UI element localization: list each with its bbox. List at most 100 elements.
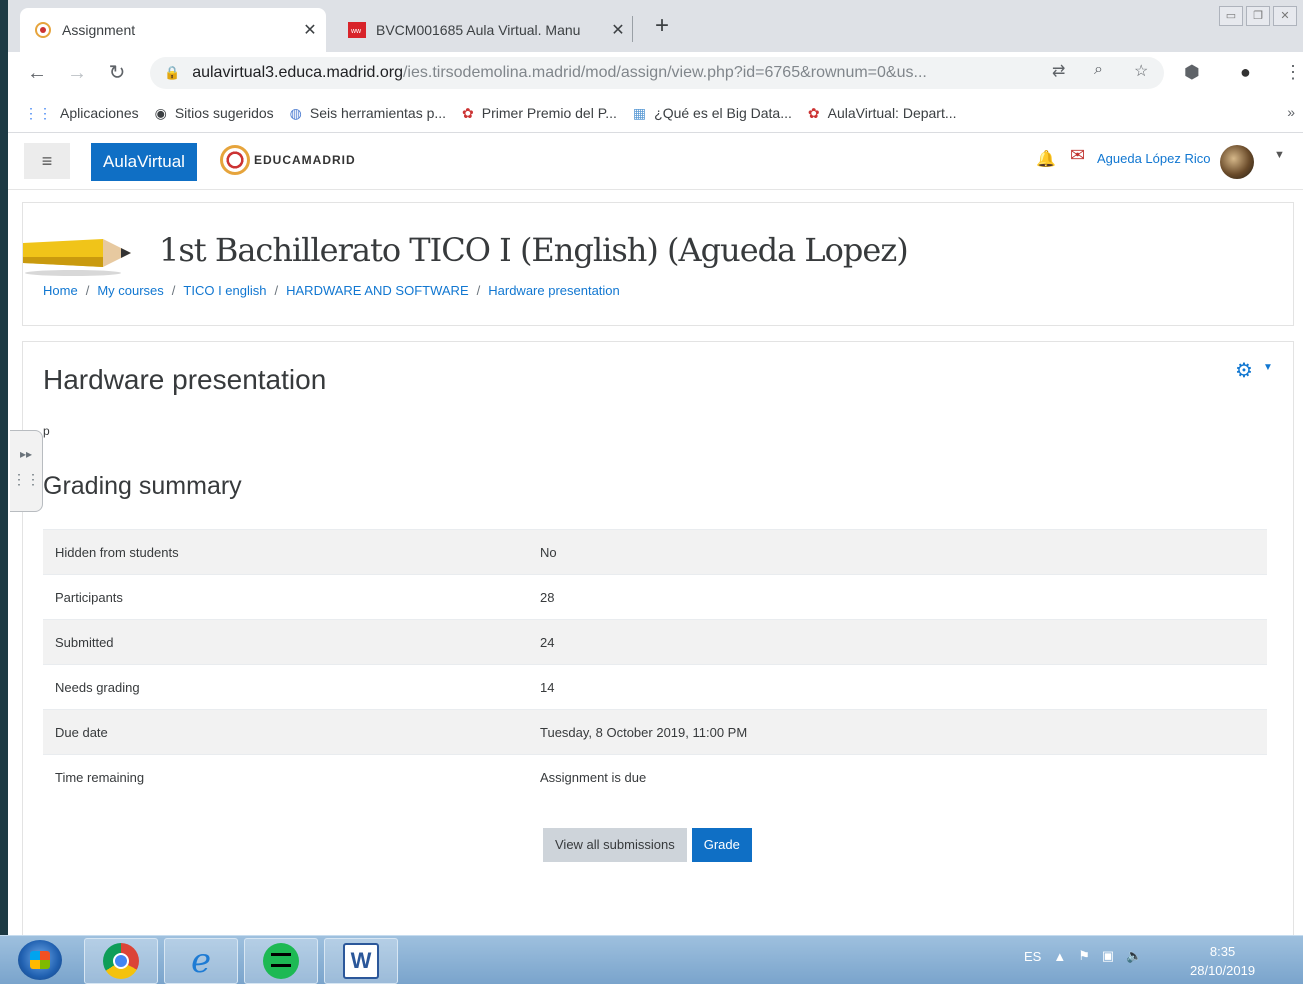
address-bar[interactable]: 🔒 aulavirtual3.educa.madrid.org /ies.tir… [150, 57, 1164, 89]
restore-icon[interactable]: ❐ [1246, 6, 1270, 26]
translate-icon[interactable]: ⇄ [1052, 61, 1065, 81]
tab-title: BVCM001685 Aula Virtual. Manu [376, 22, 581, 38]
gear-icon[interactable]: ⚙ [1235, 358, 1253, 383]
globe-icon: ◉ [154, 104, 167, 121]
taskbar-spotify[interactable] [244, 938, 318, 984]
zoom-icon[interactable]: ⌕ [1094, 61, 1103, 79]
minimize-icon[interactable]: ▭ [1219, 6, 1243, 26]
extension-shield-icon[interactable]: ⬢ [1184, 62, 1200, 83]
educamadrid-logo-icon [220, 145, 250, 175]
tab-separator [632, 16, 633, 42]
network-icon[interactable]: ▣ [1102, 948, 1114, 964]
breadcrumb-my-courses[interactable]: My courses [97, 283, 163, 298]
bookmarks-bar: ⋮⋮ Aplicaciones ◉ Sitios sugeridos ◍ Seis h… [8, 94, 1303, 133]
table-row: Submitted 24 [43, 619, 1267, 665]
notification-bell-icon[interactable]: 🔔 [1036, 149, 1056, 169]
bookmark-tools[interactable]: ◍ Seis herramientas p... [290, 105, 446, 122]
messages-icon[interactable]: ✉ [1070, 145, 1085, 166]
table-row: Needs grading 14 [43, 664, 1267, 710]
tab-bvcm[interactable]: ww BVCM001685 Aula Virtual. Manu ✕ [334, 8, 634, 52]
breadcrumb-separator: / [171, 283, 176, 298]
profile-icon[interactable]: ● [1240, 62, 1251, 83]
bookmark-label: ¿Qué es el Big Data... [654, 105, 792, 121]
clock[interactable]: 8:35 28/10/2019 [1190, 942, 1255, 980]
system-tray: ES ▲ ⚑ ▣ 🔈 [1024, 948, 1142, 964]
bookmark-label: Sitios sugeridos [174, 105, 274, 121]
menu-kebab-icon[interactable]: ⋮ [1284, 62, 1302, 83]
row-label: Needs grading [43, 664, 528, 710]
row-label: Time remaining [43, 754, 528, 799]
taskbar-word[interactable]: W [324, 938, 398, 984]
educamadrid-favicon-icon [34, 21, 52, 39]
more-bookmarks-icon[interactable]: » [1287, 104, 1295, 120]
reload-icon[interactable]: ↻ [104, 60, 130, 86]
avatar[interactable] [1220, 145, 1254, 179]
windows-taskbar: e W ES ▲ ⚑ ▣ 🔈 8:35 28/10/2019 [0, 935, 1303, 984]
chrome-icon [103, 943, 139, 979]
bvcm-favicon-icon: ww [348, 21, 366, 39]
user-name[interactable]: Agueda López Rico [1097, 151, 1210, 166]
clock-date: 28/10/2019 [1190, 963, 1256, 978]
drawer-toggle[interactable]: ▸▸ ⋮⋮ [10, 430, 43, 512]
educamadrid-logo: EDUCAMADRID [220, 145, 356, 175]
bookmark-premio[interactable]: ✿ Primer Premio del P... [462, 105, 617, 122]
bookmark-bigdata[interactable]: ▦ ¿Qué es el Big Data... [633, 105, 792, 122]
bookmark-star-icon[interactable]: ☆ [1134, 61, 1148, 81]
breadcrumb-section[interactable]: HARDWARE AND SOFTWARE [286, 283, 469, 298]
educamadrid-icon: ✿ [462, 104, 474, 121]
internet-explorer-icon: e [190, 941, 212, 981]
row-value: 28 [528, 574, 1267, 620]
aulavirtual-brand-button[interactable]: AulaVirtual [91, 143, 197, 181]
browser-toolbar: ← → ↻ 🔒 aulavirtual3.educa.madrid.org /i… [8, 52, 1303, 94]
hamburger-menu-icon[interactable]: ≡ [24, 143, 70, 179]
breadcrumb: Home / My courses / TICO I english / HARDWA… [43, 283, 620, 298]
table-row: Due date Tuesday, 8 October 2019, 11:00 P… [43, 709, 1267, 755]
tab-assignment[interactable]: Assignment ✕ [20, 8, 326, 52]
clock-time: 8:35 [1209, 944, 1236, 959]
educamadrid-icon: ✿ [807, 104, 820, 121]
bookmark-aulavirtual[interactable]: ✿ AulaVirtual: Depart... [808, 105, 957, 122]
word-icon: W [343, 943, 379, 979]
view-all-submissions-button[interactable]: View all submissions [543, 828, 687, 862]
spotify-icon [263, 943, 299, 979]
close-window-icon[interactable]: ✕ [1273, 6, 1297, 26]
bookmark-apps[interactable]: ⋮⋮ Aplicaciones [24, 105, 139, 122]
breadcrumb-home[interactable]: Home [43, 283, 78, 298]
page-icon: ▦ [632, 104, 647, 121]
grade-button[interactable]: Grade [691, 828, 752, 862]
language-indicator[interactable]: ES [1024, 949, 1041, 964]
row-label: Submitted [43, 619, 528, 665]
action-center-icon[interactable]: ⚑ [1078, 948, 1090, 964]
chevron-down-icon[interactable]: ▼ [1263, 362, 1273, 373]
tab-strip: Assignment ✕ ww BVCM001685 Aula Virtual.… [8, 0, 1303, 52]
grip-icon: ⋮⋮ [12, 471, 40, 487]
taskbar-chrome[interactable] [84, 938, 158, 984]
breadcrumb-course[interactable]: TICO I english [183, 283, 266, 298]
bookmark-label: AulaVirtual: Depart... [827, 105, 957, 121]
tab-title: Assignment [62, 22, 136, 38]
volume-icon[interactable]: 🔈 [1126, 948, 1142, 964]
url-host: aulavirtual3.educa.madrid.org [192, 64, 403, 81]
forward-icon[interactable]: → [64, 60, 90, 86]
close-tab-icon[interactable]: ✕ [298, 20, 322, 40]
bookmark-suggested[interactable]: ◉ Sitios sugeridos [155, 105, 274, 122]
svg-text:ww: ww [350, 28, 362, 35]
window-controls: ▭ ❐ ✕ [1219, 6, 1297, 26]
row-label: Hidden from students [43, 529, 528, 575]
breadcrumb-separator: / [85, 283, 90, 298]
new-tab-icon[interactable]: + [648, 12, 676, 40]
start-button[interactable] [18, 940, 62, 980]
url-path: /ies.tirsodemolina.madrid/mod/assign/vie… [402, 64, 927, 81]
row-value: 24 [528, 619, 1267, 665]
taskbar-ie[interactable]: e [164, 938, 238, 984]
user-menu-caret-icon[interactable]: ▼ [1274, 149, 1285, 161]
tray-expand-icon[interactable]: ▲ [1053, 949, 1066, 964]
browser-window: Assignment ✕ ww BVCM001685 Aula Virtual.… [8, 0, 1303, 935]
expand-arrows-icon: ▸▸ [19, 447, 33, 461]
bookmark-label: Primer Premio del P... [481, 105, 617, 121]
close-tab-icon[interactable]: ✕ [606, 20, 630, 40]
breadcrumb-assignment[interactable]: Hardware presentation [488, 283, 620, 298]
grading-summary-heading: Grading summary [43, 472, 242, 500]
back-icon[interactable]: ← [24, 60, 50, 86]
row-value: Tuesday, 8 October 2019, 11:00 PM [528, 709, 1267, 755]
